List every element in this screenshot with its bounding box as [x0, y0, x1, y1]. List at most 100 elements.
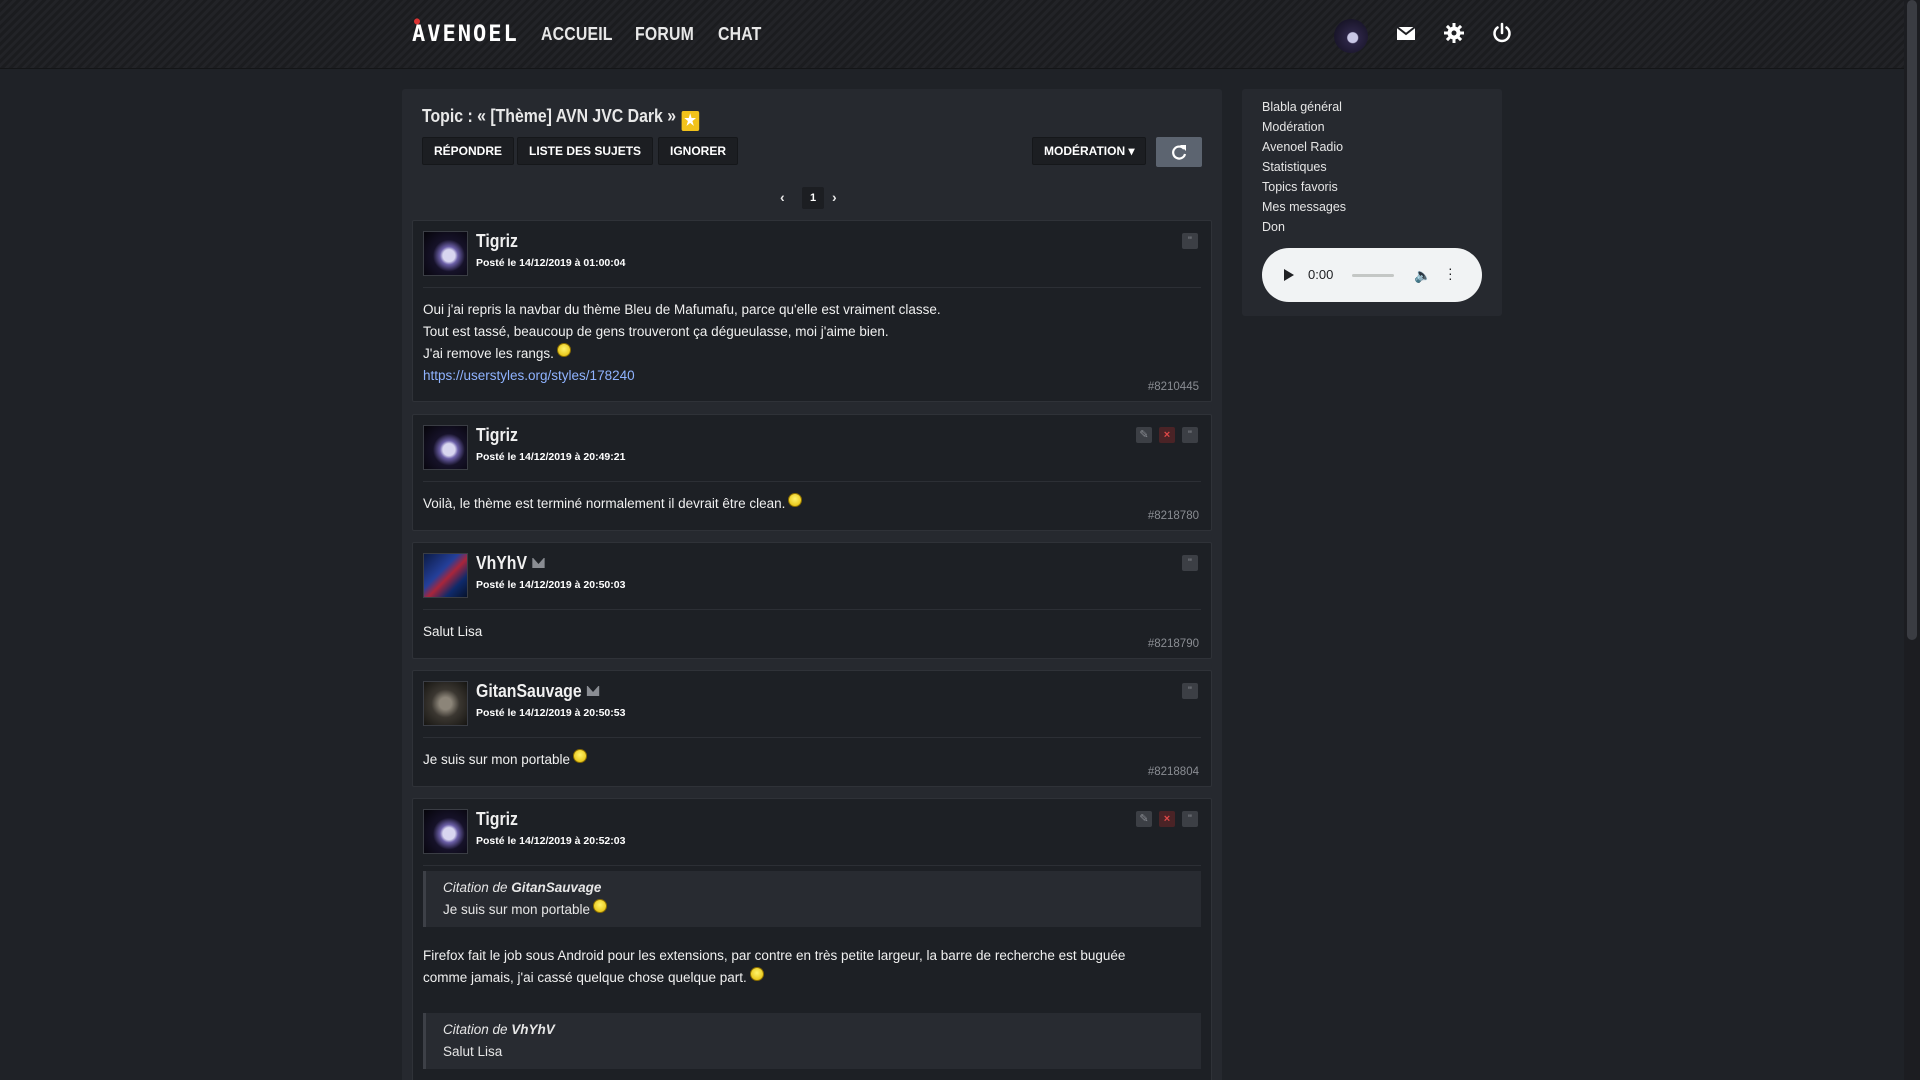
prev-page-icon[interactable]: ‹: [780, 189, 785, 205]
quote-header-text: Citation de: [443, 880, 512, 895]
quote-author[interactable]: VhYhV: [511, 1022, 555, 1037]
power-icon[interactable]: [1491, 22, 1513, 44]
post-text: Salut Lisa: [423, 624, 483, 639]
post-text: comme jamais, j'ai cassé quelque chose q…: [423, 970, 747, 985]
quote-block: Citation de VhYhV Salut Lisa: [423, 1013, 1201, 1069]
post-body: Voilà, le thème est terminé normalement …: [423, 493, 1201, 515]
post-divider: [423, 865, 1201, 866]
page-scrollbar[interactable]: [1904, 0, 1920, 1080]
quote-icon[interactable]: ": [1182, 427, 1198, 443]
smiley-icon: [593, 899, 608, 913]
quote-text: Je suis sur mon portable: [443, 902, 591, 917]
smiley-icon: [749, 967, 764, 981]
audio-player: 0:00 🔈 · · ·: [1262, 248, 1482, 302]
quote-icon[interactable]: ": [1182, 683, 1198, 699]
edit-icon[interactable]: ✎: [1136, 427, 1152, 443]
nav-accueil[interactable]: ACCUEIL: [541, 24, 613, 45]
post-author[interactable]: Tigriz: [476, 231, 518, 252]
quote-author[interactable]: GitanSauvage: [511, 880, 601, 895]
quote-icon[interactable]: ": [1182, 233, 1198, 249]
delete-icon[interactable]: ×: [1159, 427, 1175, 443]
envelope-icon[interactable]: [586, 686, 600, 696]
gear-icon[interactable]: [1443, 22, 1465, 44]
post-item: Tigriz Posté le 14/12/2019 à 20:52:03 ✎ …: [412, 798, 1212, 1080]
post-divider: [423, 481, 1201, 482]
post-id[interactable]: #8218804: [1148, 766, 1199, 778]
sidebar-item-don[interactable]: Don: [1262, 220, 1285, 234]
post-avatar[interactable]: [423, 231, 468, 276]
post-id[interactable]: #8218780: [1148, 510, 1199, 522]
post-divider: [423, 287, 1201, 288]
mail-icon[interactable]: [1395, 22, 1417, 44]
post-avatar[interactable]: [423, 809, 468, 854]
play-icon[interactable]: [1284, 269, 1294, 281]
volume-icon[interactable]: 🔈: [1414, 267, 1431, 284]
sidebar-item-favorites[interactable]: Topics favoris: [1262, 180, 1338, 194]
post-body: Firefox fait le job sous Android pour le…: [423, 945, 1201, 989]
edit-icon[interactable]: ✎: [1136, 811, 1152, 827]
post-date: Posté le 14/12/2019 à 20:49:21: [476, 451, 626, 463]
logo-text: AVENOEL: [412, 22, 519, 47]
smiley-icon: [556, 343, 571, 357]
topic-panel: Topic : « [Thème] AVN JVC Dark » ★ RÉPOND…: [402, 89, 1222, 1080]
quote-text: Salut Lisa: [443, 1044, 503, 1059]
sidebar-panel: Blabla général Modération Avenoel Radio …: [1242, 89, 1502, 316]
quote-icon[interactable]: ": [1182, 811, 1198, 827]
delete-icon[interactable]: ×: [1159, 811, 1175, 827]
nav-chat[interactable]: CHAT: [718, 24, 762, 45]
post-text: Je suis sur mon portable: [423, 752, 571, 767]
post-avatar[interactable]: [423, 681, 468, 726]
post-id[interactable]: #8210445: [1148, 381, 1199, 393]
post-author[interactable]: GitanSauvage: [476, 681, 600, 702]
page-number[interactable]: 1: [802, 187, 824, 209]
post-author[interactable]: Tigriz: [476, 809, 518, 830]
post-date: Posté le 14/12/2019 à 01:00:04: [476, 257, 626, 269]
quote-icon[interactable]: ": [1182, 555, 1198, 571]
quote-header-text: Citation de: [443, 1022, 512, 1037]
quote-header: Citation de VhYhV: [443, 1019, 1185, 1041]
topic-title: Topic : « [Thème] AVN JVC Dark » ★: [422, 106, 699, 131]
author-name: GitanSauvage: [476, 681, 582, 701]
post-divider: [423, 737, 1201, 738]
scrollbar-thumb[interactable]: [1907, 0, 1917, 640]
post-link[interactable]: https://userstyles.org/styles/178240: [423, 368, 635, 383]
next-page-icon[interactable]: ›: [832, 189, 837, 205]
post-author[interactable]: Tigriz: [476, 425, 518, 446]
site-logo[interactable]: ● AVENOEL: [412, 16, 519, 47]
quote-block: Citation de GitanSauvage Je suis sur mon…: [423, 871, 1201, 927]
post-avatar[interactable]: [423, 553, 468, 598]
sidebar-item-radio[interactable]: Avenoel Radio: [1262, 140, 1343, 154]
sidebar-item-blabla[interactable]: Blabla général: [1262, 100, 1342, 114]
favorite-star-icon[interactable]: ★: [681, 111, 699, 131]
post-item: Tigriz Posté le 14/12/2019 à 20:49:21 ✎ …: [412, 414, 1212, 531]
post-id[interactable]: #8218790: [1148, 638, 1199, 650]
topic-list-button[interactable]: LISTE DES SUJETS: [517, 137, 654, 165]
post-date: Posté le 14/12/2019 à 20:52:03: [476, 835, 626, 847]
post-text: Oui j'ai repris la navbar du thème Bleu …: [423, 302, 941, 317]
more-options-icon[interactable]: · · ·: [1448, 261, 1453, 285]
post-item: GitanSauvage Posté le 14/12/2019 à 20:50…: [412, 670, 1212, 787]
user-avatar[interactable]: [1334, 19, 1368, 53]
post-divider: [423, 609, 1201, 610]
nav-forum[interactable]: FORUM: [635, 24, 694, 45]
refresh-button[interactable]: [1156, 137, 1202, 167]
post-avatar[interactable]: [423, 425, 468, 470]
post-text: J'ai remove les rangs.: [423, 346, 554, 361]
post-body: Je suis sur mon portable: [423, 749, 1201, 771]
sidebar-item-messages[interactable]: Mes messages: [1262, 200, 1346, 214]
envelope-icon[interactable]: [532, 558, 545, 568]
ignore-button[interactable]: IGNORER: [658, 137, 739, 165]
audio-seek-bar[interactable]: [1352, 274, 1394, 277]
post-author[interactable]: VhYhV: [476, 553, 545, 574]
audio-time: 0:00: [1308, 267, 1334, 282]
sidebar-item-stats[interactable]: Statistiques: [1262, 160, 1327, 174]
smiley-icon: [788, 493, 803, 507]
sidebar-item-moderation[interactable]: Modération: [1262, 120, 1325, 134]
moderation-dropdown[interactable]: MODÉRATION ▾: [1032, 137, 1147, 165]
reply-button[interactable]: RÉPONDRE: [422, 137, 515, 165]
post-text: Tout est tassé, beaucoup de gens trouver…: [423, 324, 889, 339]
topic-title-text: Topic : « [Thème] AVN JVC Dark »: [422, 106, 677, 126]
post-body: Oui j'ai repris la navbar du thème Bleu …: [423, 299, 1201, 387]
quote-header: Citation de GitanSauvage: [443, 877, 1185, 899]
top-navbar: ● AVENOEL ACCUEIL FORUM CHAT: [0, 0, 1904, 69]
